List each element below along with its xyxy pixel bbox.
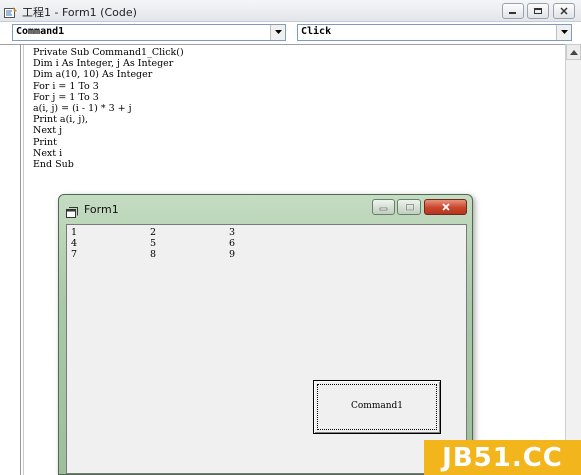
- code-line: For i = 1 To 3: [33, 80, 99, 92]
- object-combo-dropdown[interactable]: [270, 25, 285, 40]
- close-icon: [442, 203, 450, 211]
- code-line: Print: [33, 136, 57, 148]
- code-text: Private Sub Command1_Click() Dim i As In…: [33, 47, 184, 170]
- form1-maximize-button[interactable]: [397, 199, 421, 215]
- code-line: Print a(i, j),: [33, 114, 89, 126]
- output-cell: 8: [150, 249, 157, 260]
- code-line: For j = 1 To 3: [33, 91, 99, 103]
- output-cell: 7: [71, 249, 78, 260]
- chevron-up-icon: [570, 50, 578, 55]
- scroll-up-button[interactable]: [566, 44, 581, 60]
- code-line: a(i, j) = (i - 1) * 3 + j: [33, 102, 132, 114]
- close-button[interactable]: [553, 3, 575, 19]
- form1-title: Form1: [84, 203, 119, 216]
- output-cell: 9: [229, 249, 236, 260]
- code-window-titlebar: 工程1 - Form1 (Code): [0, 0, 581, 22]
- form1-close-button[interactable]: [424, 199, 467, 215]
- procedure-combo[interactable]: Click: [297, 24, 572, 41]
- output-cell: 6: [229, 238, 236, 249]
- close-icon: [560, 7, 568, 15]
- object-combo[interactable]: Command1: [12, 24, 286, 41]
- form1-window[interactable]: Form1 1 2 3 4 5 6 7 8 9 Command1: [58, 194, 473, 475]
- code-line: End Sub: [33, 158, 74, 170]
- output-cell: 3: [229, 227, 236, 238]
- minimize-icon: [379, 207, 388, 211]
- object-combo-value: Command1: [16, 26, 65, 37]
- chevron-down-icon: [275, 30, 282, 34]
- form-icon: [66, 204, 78, 218]
- code-line: Next i: [33, 147, 63, 159]
- watermark-logo: JB51.CC: [424, 440, 581, 475]
- editor-margin-line: [20, 45, 21, 475]
- code-window-title: 工程1 - Form1 (Code): [22, 6, 137, 19]
- form1-minimize-button[interactable]: [372, 199, 395, 215]
- form1-client-area: 1 2 3 4 5 6 7 8 9 Command1: [66, 224, 467, 474]
- code-line: Private Sub Command1_Click(): [33, 47, 184, 58]
- maximize-icon: [405, 203, 415, 211]
- code-line: Dim a(10, 10) As Integer: [33, 69, 153, 81]
- code-window-icon: [4, 4, 18, 18]
- procedure-combo-value: Click: [301, 26, 332, 37]
- output-cell: 1: [71, 227, 78, 238]
- minimize-icon: [509, 12, 516, 14]
- restore-button[interactable]: [527, 3, 549, 19]
- editor-margin-line: [23, 45, 24, 475]
- command1-button[interactable]: Command1: [313, 380, 441, 434]
- output-cell: 4: [71, 238, 78, 249]
- restore-icon: [534, 8, 542, 14]
- vertical-scrollbar[interactable]: [565, 44, 581, 475]
- code-line: Next j: [33, 125, 63, 137]
- command1-label: Command1: [350, 401, 404, 411]
- procedure-combo-dropdown[interactable]: [556, 25, 571, 40]
- watermark-text: JB51.CC: [442, 443, 563, 473]
- minimize-button[interactable]: [502, 3, 524, 19]
- chevron-down-icon: [561, 30, 568, 34]
- code-line: Dim i As Integer, j As Integer: [33, 58, 174, 70]
- output-cell: 2: [150, 227, 157, 238]
- output-cell: 5: [150, 238, 157, 249]
